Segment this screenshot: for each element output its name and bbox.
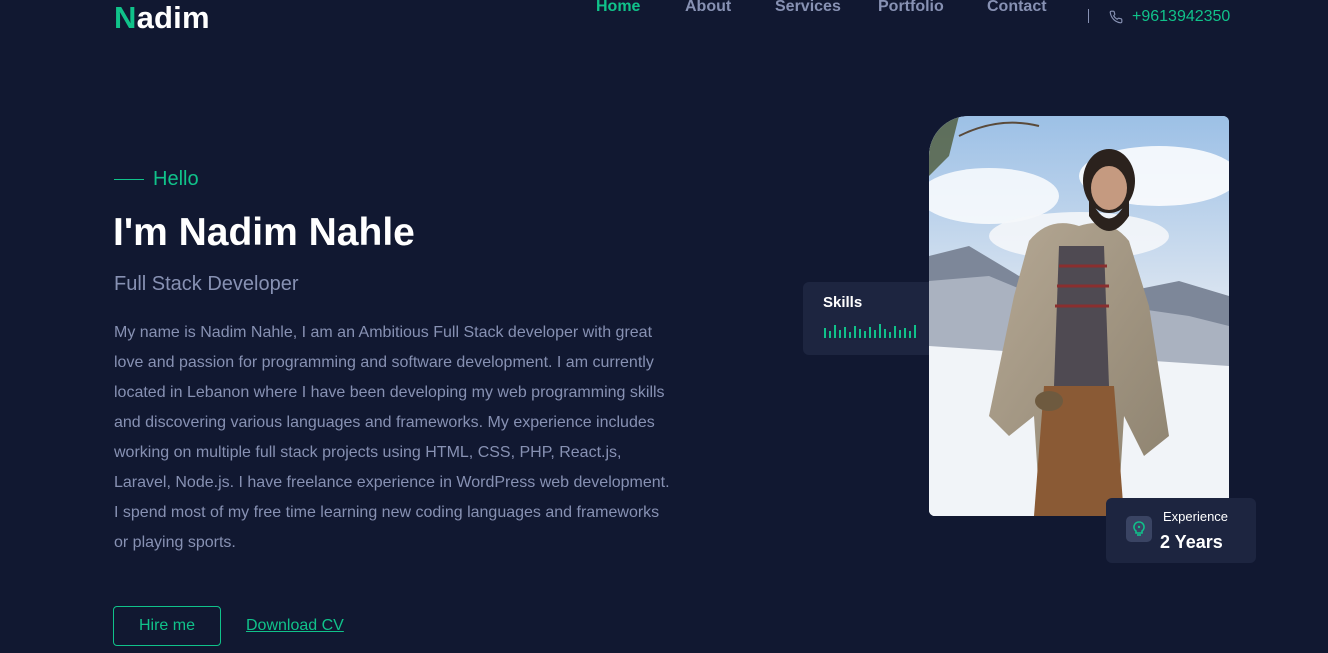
nav-portfolio[interactable]: Portfolio <box>878 0 944 17</box>
skills-card: Skills <box>803 282 931 355</box>
experience-value: 2 Years <box>1160 532 1223 552</box>
phone-icon <box>1109 10 1123 24</box>
greeting-line <box>114 178 144 180</box>
download-cv-link[interactable]: Download CV <box>246 616 344 636</box>
hero-role: Full Stack Developer <box>114 273 299 295</box>
profile-photo <box>929 116 1229 516</box>
nav-home[interactable]: Home <box>596 0 640 17</box>
logo-rest: adim <box>136 0 210 35</box>
experience-label: Experience <box>1163 509 1229 524</box>
skills-title: Skills <box>823 294 863 311</box>
hire-me-button[interactable]: Hire me <box>113 606 221 646</box>
nav-contact[interactable]: Contact <box>987 0 1047 17</box>
phone-number: +9613942350 <box>1132 8 1231 25</box>
experience-card: Experience 2 Years <box>1106 498 1256 563</box>
hero-bio: My name is Nadim Nahle, I am an Ambitiou… <box>114 324 670 551</box>
nav-about[interactable]: About <box>685 0 731 17</box>
page: Nadim Home About Services Portfolio Cont… <box>0 0 1328 653</box>
nav-services[interactable]: Services <box>775 0 841 17</box>
phone-link[interactable]: +9613942350 <box>1109 7 1230 27</box>
lightbulb-icon <box>1126 516 1152 542</box>
nav-divider <box>1088 9 1089 23</box>
site-logo[interactable]: Nadim <box>114 0 210 36</box>
skills-bars-icon <box>824 324 916 338</box>
hero-title: I'm Nadim Nahle <box>113 211 415 254</box>
logo-initial: N <box>114 0 137 35</box>
greeting-text: Hello <box>153 168 199 190</box>
greeting-row: Hello <box>114 168 199 190</box>
